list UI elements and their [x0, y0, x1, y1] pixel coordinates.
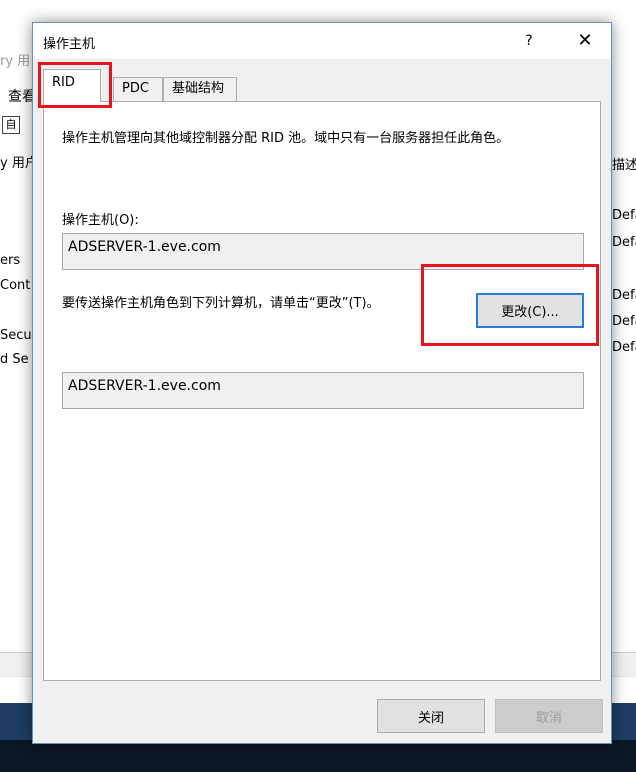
tab-infrastructure[interactable]: 基础结构	[163, 77, 237, 101]
rid-tab-panel: 操作主机管理向其他域控制器分配 RID 池。域中只有一台服务器担任此角色。 操作…	[43, 101, 601, 681]
desktop-bottom	[0, 740, 636, 772]
list-item: Defa	[612, 208, 636, 223]
column-header-description[interactable]: 描述	[612, 154, 636, 173]
close-icon[interactable]: ✕	[565, 27, 605, 55]
help-button[interactable]: ?	[509, 27, 549, 55]
tab-pdc[interactable]: PDC	[113, 77, 163, 101]
bg-window-title: ry 用	[0, 54, 31, 69]
target-computer-field[interactable]: ADSERVER-1.eve.com	[62, 372, 584, 409]
dialog-titlebar: 操作主机 ? ✕	[33, 23, 611, 59]
operations-master-dialog: 操作主机 ? ✕ RID PDC 基础结构 操作主机管理向其他域控制器分配 RI…	[32, 22, 612, 744]
bg-object-list: y 用户 ers Cont Secur d Se	[0, 150, 34, 650]
list-item[interactable]: y 用户	[0, 152, 34, 171]
list-item: Defa	[612, 288, 636, 303]
list-item: Defa	[612, 235, 636, 250]
list-item: Defa	[612, 340, 636, 355]
operations-master-label: 操作主机(O):	[62, 213, 139, 228]
bg-description-column: 描述 Defa Defa Defa Defa Defa	[612, 150, 636, 650]
operations-master-field[interactable]: ADSERVER-1.eve.com	[62, 233, 584, 270]
bg-toolbar-icon[interactable]: 自	[2, 116, 20, 134]
list-item[interactable]: d Se	[0, 352, 29, 367]
close-button[interactable]: 关闭	[377, 699, 485, 733]
change-button[interactable]: 更改(C)...	[476, 293, 584, 328]
list-item[interactable]: ers	[0, 253, 20, 268]
dialog-title: 操作主机	[43, 37, 96, 52]
tab-rid[interactable]: RID	[43, 69, 101, 102]
transfer-instruction: 要传送操作主机角色到下列计算机，请单击“更改”(T)。	[62, 296, 380, 311]
rid-description: 操作主机管理向其他域控制器分配 RID 池。域中只有一台服务器担任此角色。	[62, 131, 510, 146]
list-item[interactable]: Secur	[0, 328, 34, 343]
list-item[interactable]: Cont	[0, 278, 30, 293]
list-item: Defa	[612, 314, 636, 329]
cancel-button: 取消	[495, 699, 603, 733]
